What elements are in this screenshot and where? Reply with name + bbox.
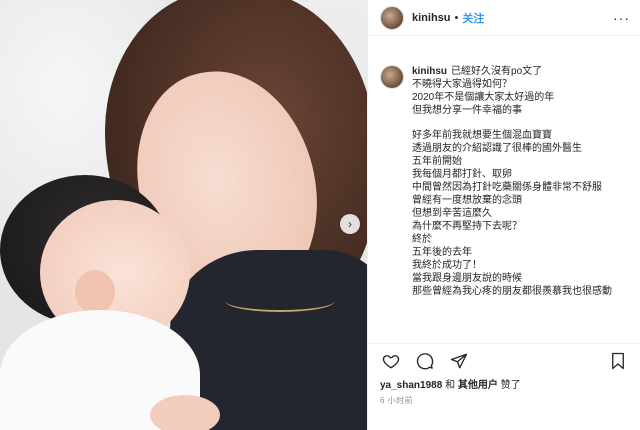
caption-line: 我每個月都打針、取卵 (412, 169, 512, 180)
caption-line: 五年前開始 (412, 156, 462, 167)
caption-line: 透過朋友的介紹認識了很棒的國外醫生 (412, 143, 582, 154)
caption-area: kinihsu 已經好久沒有po文了 不曉得大家過得如何？ 2020年不是個讓大家… (368, 37, 640, 343)
separator-dot: • (454, 11, 459, 24)
caption-line: 好多年前我就想要生個混血寶寶 (412, 130, 552, 141)
caption-line: 終於 (412, 234, 432, 245)
caption-line: 我終於成功了！ (412, 260, 482, 271)
caption-row: kinihsu 已經好久沒有po文了 不曉得大家過得如何？ 2020年不是個讓大家… (380, 65, 633, 298)
caption-line: 那些曾經為我心疼的朋友都很羨慕我也很感動 (412, 286, 612, 297)
share-icon[interactable] (448, 350, 470, 372)
bookmark-icon[interactable] (607, 350, 629, 372)
post-actions (368, 343, 640, 377)
photo-necklace (225, 290, 335, 312)
likes-conj: 和 (445, 380, 456, 391)
caption-line: 已經好久沒有po文了 (451, 66, 543, 77)
photo-baby-ear (75, 270, 115, 314)
caption-line: 但想到辛苦這麼久 (412, 208, 492, 219)
likes-others-link[interactable]: 其他用户 (458, 380, 498, 391)
chevron-right-icon[interactable]: › (340, 214, 360, 234)
avatar[interactable] (380, 65, 404, 89)
post-side-panel: kinihsu • 关注 ··· kinihsu 已經好久沒有po文了 不曉得大家… (367, 0, 640, 430)
post-header: kinihsu • 关注 ··· (368, 0, 640, 36)
heart-icon[interactable] (380, 350, 402, 372)
caption-line: 中間曾然因為打針吃藥關係身體非常不舒服 (412, 182, 602, 193)
caption-line: 當我跟身邊朋友說的時候 (412, 273, 522, 284)
post-photo[interactable]: › (0, 0, 367, 430)
caption-line: 曾經有一度想放棄的念頭 (412, 195, 522, 206)
photo-baby-hand (150, 395, 220, 430)
likes-summary: ya_shan1988 和 其他用户 赞了 (380, 376, 521, 391)
comment-icon[interactable] (414, 350, 436, 372)
caption-line: 但我想分享一件幸福的事 (412, 105, 522, 116)
caption-username[interactable]: kinihsu (412, 66, 447, 77)
post-username[interactable]: kinihsu (412, 12, 451, 24)
caption-line: 不曉得大家過得如何？ (412, 79, 512, 90)
avatar[interactable] (380, 5, 404, 30)
caption-text: kinihsu 已經好久沒有po文了 不曉得大家過得如何？ 2020年不是個讓大家… (412, 65, 612, 298)
caption-line: 五年後的去年 (412, 247, 472, 258)
caption-line: 2020年不是個讓大家太好過的年 (412, 92, 555, 103)
liker-username[interactable]: ya_shan1988 (380, 380, 442, 391)
caption-line: 為什麼不再堅持下去呢？ (412, 221, 522, 232)
more-options-icon[interactable]: ··· (613, 10, 630, 26)
follow-button[interactable]: 关注 (462, 10, 484, 26)
likes-verb: 赞了 (500, 380, 521, 391)
post-timestamp[interactable]: 6 小时前 (380, 395, 413, 406)
